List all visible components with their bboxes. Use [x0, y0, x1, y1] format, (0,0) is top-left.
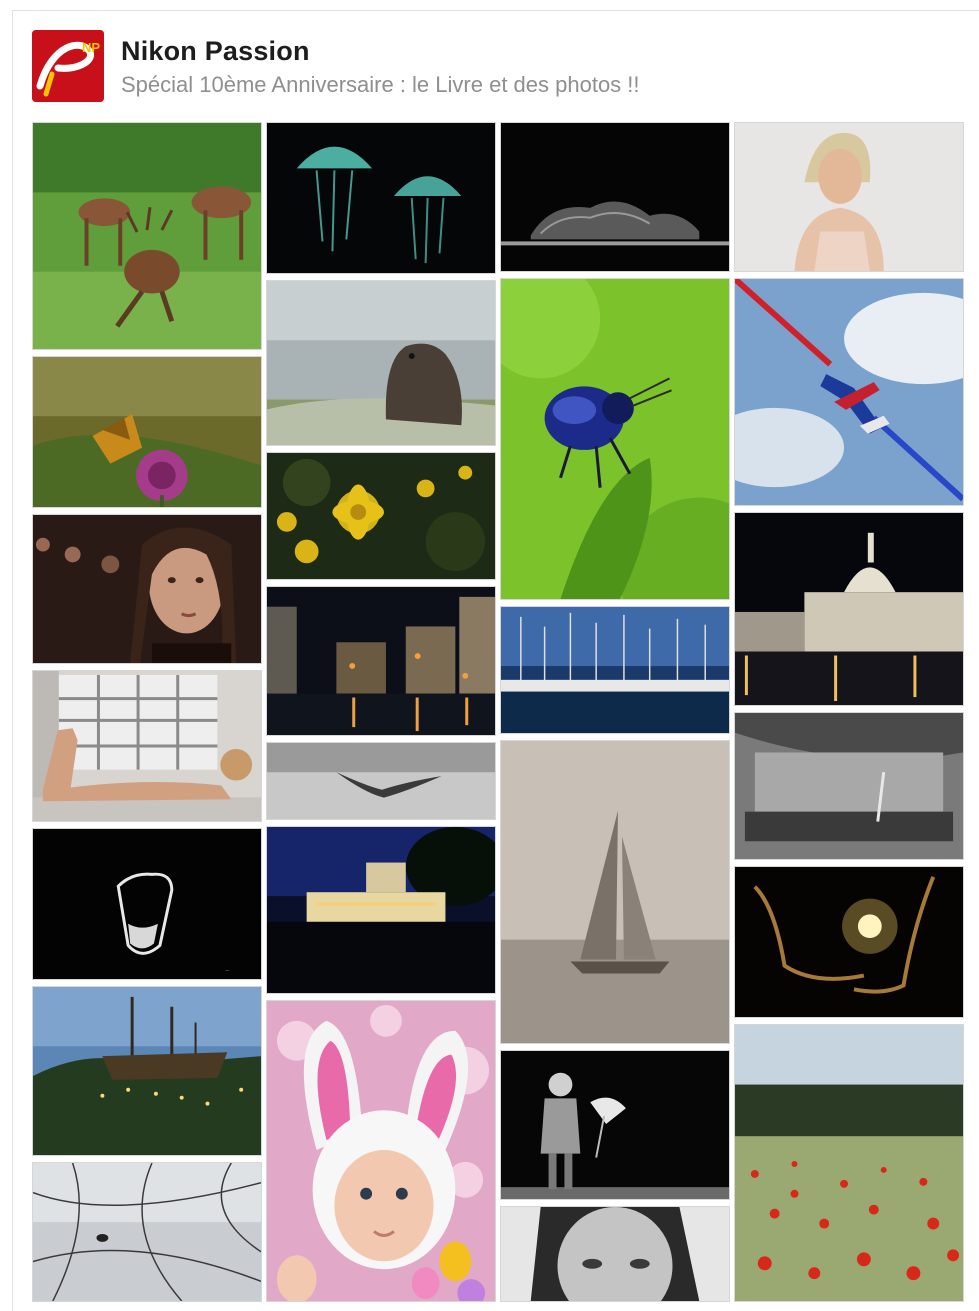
post-subtitle: Spécial 10ème Anniversaire : le Livre et…: [121, 72, 640, 97]
photo-reclining-figure-dark[interactable]: [500, 122, 730, 272]
photo-night-canal[interactable]: [266, 586, 496, 736]
photo-marmot[interactable]: [266, 280, 496, 446]
page-title[interactable]: Nikon Passion: [121, 36, 310, 67]
photo-child-umbrella-bw[interactable]: [500, 1050, 730, 1200]
photo-aerobatic-jet[interactable]: [734, 278, 964, 506]
svg-text:~: ~: [225, 968, 229, 975]
photo-pirate-ship[interactable]: [32, 986, 262, 1156]
photo-baby-bunny-hat[interactable]: [266, 1000, 496, 1302]
photo-yellow-flower[interactable]: [266, 452, 496, 580]
photo-glass-dark[interactable]: ~: [32, 828, 262, 980]
photo-basilica-night[interactable]: [734, 512, 964, 706]
photo-blue-beetle[interactable]: [500, 278, 730, 600]
photo-bird-in-flight[interactable]: [266, 742, 496, 820]
photo-jellyfish[interactable]: [266, 122, 496, 274]
photo-butterfly-on-flower[interactable]: [32, 356, 262, 508]
photo-poppy-field[interactable]: [734, 1024, 964, 1302]
photo-woman-portrait-light[interactable]: [734, 122, 964, 272]
photo-sailboat-fog[interactable]: [500, 740, 730, 1044]
post-header: NP Nikon Passion Spécial 10ème Anniversa…: [32, 30, 932, 104]
nikon-passion-logo[interactable]: NP: [32, 30, 104, 102]
photo-bird-branches-winter[interactable]: [32, 1162, 262, 1302]
photo-woman-portrait-bokeh[interactable]: [32, 514, 262, 664]
photo-fountain-bw[interactable]: [734, 712, 964, 860]
photo-hands-with-light[interactable]: [734, 866, 964, 1018]
photo-woman-face-bw[interactable]: [500, 1206, 730, 1302]
photo-night-pavilion[interactable]: [266, 826, 496, 994]
logo-text: NP: [82, 40, 100, 55]
photo-woman-by-window[interactable]: [32, 670, 262, 822]
photo-marina-boats[interactable]: [500, 606, 730, 734]
photo-deer[interactable]: [32, 122, 262, 350]
